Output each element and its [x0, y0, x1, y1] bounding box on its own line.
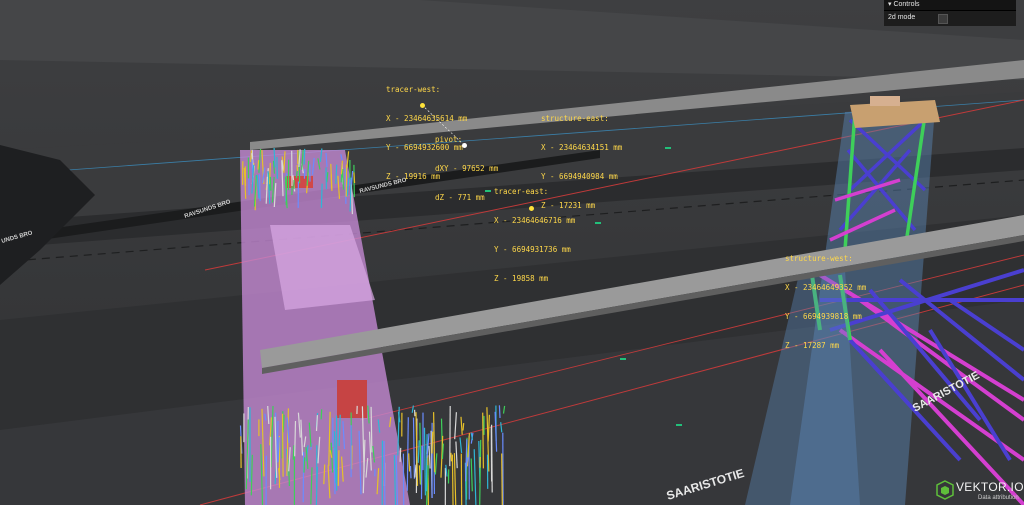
- marker: [620, 358, 626, 360]
- point-streak: [257, 160, 260, 170]
- tracer-west-title: tracer-west:: [386, 85, 441, 95]
- tracer-east-label: tracer-east: X - 23464646716 mm Y - 6694…: [494, 168, 575, 293]
- structure-west-title: structure-west:: [785, 254, 853, 264]
- structure-west-z: Z - 17287 mm: [785, 340, 840, 350]
- structure-west-label: structure-west: X - 23464649352 mm Y - 6…: [785, 235, 866, 360]
- tracer-east-handle[interactable]: [529, 206, 534, 211]
- point-streak: [498, 405, 501, 419]
- structure-west-x: X - 23464649352 mm: [785, 282, 867, 292]
- point-streak: [303, 457, 306, 473]
- controls-panel: ▾ Controls 2d mode: [884, 0, 1016, 26]
- point-streak: [303, 148, 306, 165]
- point-streak: [451, 454, 454, 505]
- point-streak: [450, 452, 453, 462]
- point-streak: [353, 172, 356, 184]
- structure-east-title: structure-east:: [541, 114, 609, 124]
- point-streak: [420, 445, 423, 500]
- marker: [676, 424, 682, 426]
- point-streak: [409, 465, 412, 479]
- chevron-down-icon: ▾: [888, 1, 892, 8]
- marker: [665, 147, 671, 149]
- brand-name: VEKTOR.IO: [956, 480, 1024, 494]
- point-streak: [337, 450, 340, 486]
- tracer-east-z: Z - 19858 mm: [494, 273, 549, 283]
- point-streak: [294, 420, 297, 457]
- cube-logo-icon: [936, 480, 954, 500]
- brand-logo: VEKTOR.IO Data attribution: [934, 478, 1024, 504]
- structure-west-y: Y - 6694939818 mm: [785, 311, 862, 321]
- pivot-label: pivot: dXY - 97652 mm dZ - 771 mm: [435, 116, 498, 212]
- point-streak: [258, 174, 261, 202]
- tracer-east-title: tracer-east:: [494, 187, 549, 197]
- point-streak: [431, 431, 434, 454]
- point-streak: [269, 176, 272, 191]
- 2d-mode-checkbox[interactable]: [938, 14, 948, 24]
- structure-east-x: X - 23464634151 mm: [541, 142, 623, 152]
- controls-title: Controls: [893, 1, 920, 8]
- point-streak: [462, 423, 465, 431]
- point-streak: [482, 412, 484, 469]
- tracer-east-y: Y - 6694931736 mm: [494, 244, 571, 254]
- marker: [595, 222, 601, 224]
- data-attribution-link[interactable]: Data attribution: [978, 495, 1019, 501]
- point-streak: [250, 150, 252, 163]
- point-streak: [276, 170, 279, 179]
- point-streak: [399, 447, 402, 462]
- 3d-viewport[interactable]: RAVSUNDS BRO RAVSUNDS BRO UNDS BRO SAARI…: [0, 0, 1024, 505]
- tracer-west-handle[interactable]: [420, 103, 425, 108]
- point-streak: [320, 409, 323, 420]
- 2d-mode-row: 2d mode: [884, 11, 1016, 25]
- tracer-east-x: X - 23464646716 mm: [494, 215, 576, 225]
- 2d-mode-label: 2d mode: [888, 14, 916, 21]
- point-streak: [501, 453, 503, 505]
- pivot-handle[interactable]: [462, 143, 467, 148]
- point-streak: [370, 406, 373, 453]
- controls-header[interactable]: ▾ Controls: [884, 0, 1016, 11]
- point-streak: [320, 183, 323, 208]
- point-streak: [303, 168, 306, 179]
- pivot-dxy: dXY - 97652 mm: [435, 163, 499, 173]
- pivot-dz: dZ - 771 mm: [435, 192, 485, 202]
- point-streak: [281, 413, 284, 477]
- point-streak: [425, 434, 428, 492]
